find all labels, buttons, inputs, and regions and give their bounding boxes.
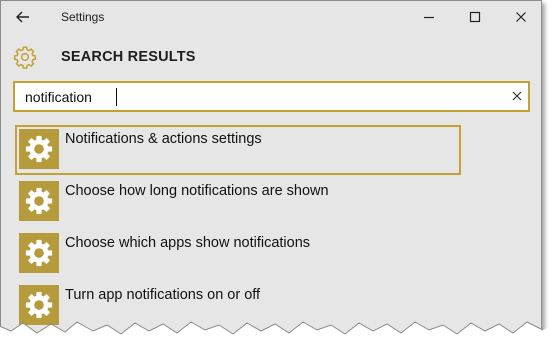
result-tile <box>19 129 59 169</box>
minimize-button[interactable] <box>419 7 439 27</box>
gear-icon <box>25 135 53 163</box>
title-bar: Settings <box>1 1 541 33</box>
search-result-item[interactable]: Choose which apps show notifications <box>15 229 461 279</box>
gear-icon <box>13 46 37 69</box>
settings-window: Settings SEARCH RESULTS notification Not… <box>0 0 552 343</box>
result-label: Choose which apps show notifications <box>65 235 311 251</box>
gear-icon <box>25 239 53 267</box>
clear-search-button[interactable] <box>509 88 525 104</box>
gear-icon <box>25 187 53 215</box>
maximize-button[interactable] <box>465 7 485 27</box>
text-caret <box>116 88 117 106</box>
search-result-item[interactable]: Notifications & actions settings <box>15 125 461 175</box>
minimize-icon <box>424 16 434 19</box>
result-label: Turn app notifications on or off <box>65 287 261 303</box>
maximize-icon <box>469 11 481 23</box>
search-input[interactable] <box>25 86 485 108</box>
back-arrow-icon <box>16 11 29 23</box>
result-label: Notifications & actions settings <box>65 131 262 147</box>
result-tile <box>19 181 59 221</box>
close-icon <box>516 12 526 22</box>
clear-icon <box>512 91 522 101</box>
result-tile <box>19 233 59 273</box>
page-title: SEARCH RESULTS <box>61 49 196 65</box>
back-button[interactable] <box>13 7 33 27</box>
torn-edge <box>0 321 552 343</box>
result-label: Choose how long notifications are shown <box>65 183 329 199</box>
search-result-item[interactable]: Choose how long notifications are shown <box>15 177 461 227</box>
close-button[interactable] <box>511 7 531 27</box>
search-box[interactable] <box>13 81 530 112</box>
window-title: Settings <box>61 10 105 24</box>
